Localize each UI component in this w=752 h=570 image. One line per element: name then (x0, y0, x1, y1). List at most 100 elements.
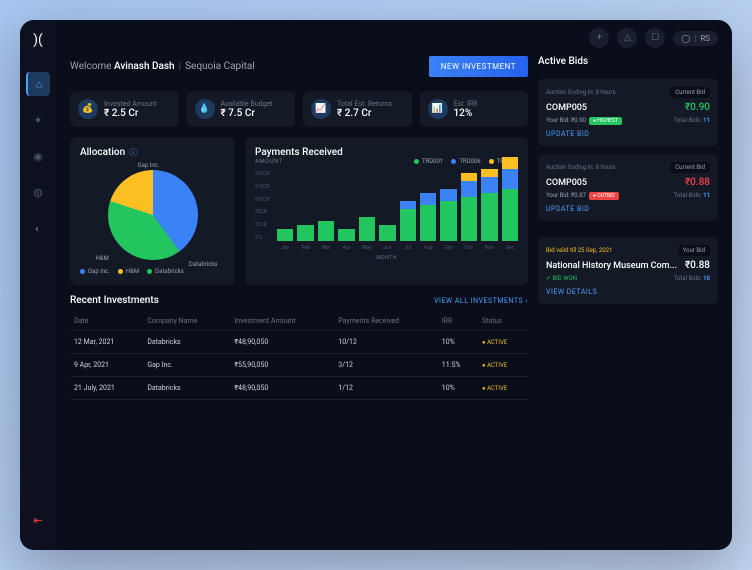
stat-value: 12% (454, 108, 478, 119)
table-row[interactable]: 12 Mar, 2021Databricks₹48,90,05010/1210%… (70, 331, 528, 354)
home-icon: ⌂ (36, 78, 43, 91)
message-icon: ☐ (651, 33, 659, 43)
pie-chart: Gap Inc. H&M Databricks (108, 170, 198, 260)
table-header-cell: Date (70, 312, 143, 331)
bar-column (297, 225, 313, 241)
nav-logout[interactable]: ⇤ (26, 508, 50, 532)
allocation-chart: Allocationⓘ Gap Inc. H&M Databricks Gap … (70, 137, 235, 285)
pie-label-hm: H&M (96, 255, 109, 262)
bid-company-name: COMP005 (546, 103, 587, 113)
bid-won-badge: ✓ BID WON (546, 275, 577, 282)
legend-item: Gap Inc. (80, 268, 110, 275)
bar-column (420, 193, 436, 241)
bar-column (400, 201, 416, 241)
bid-card: Auction Ending In: 8 hours Current Bid CO… (538, 79, 718, 146)
content: Welcome Avinash Dash|Sequoia Capital NEW… (56, 56, 732, 550)
bar-column (440, 189, 456, 241)
bar-column (461, 173, 477, 241)
nav-home[interactable]: ⌂ (26, 72, 50, 96)
bell-icon: △ (624, 33, 631, 43)
stat-label: Est. IRR (454, 100, 478, 108)
pie-label-gap: Gap Inc. (138, 162, 160, 169)
search-icon: ✦ (33, 114, 42, 127)
stat-label: Total Est. Returns (337, 100, 392, 108)
table-header: DateCompany NameInvestment AmountPayment… (70, 312, 528, 331)
bid-value: ₹0.90 (685, 102, 710, 113)
table-header-cell: Status (478, 312, 528, 331)
bar-column (338, 229, 354, 241)
total-bids: Total Bids: 11 (674, 117, 710, 124)
nav-reports[interactable]: ◍ (26, 180, 50, 204)
nav-settings[interactable]: ◐ (26, 216, 50, 240)
user-badge[interactable]: ◯|RS (673, 31, 718, 46)
bar-column (359, 217, 375, 241)
gear-icon: ◐ (35, 222, 42, 235)
messages-button[interactable]: ☐ (645, 28, 665, 48)
info-icon[interactable]: ⓘ (129, 147, 137, 158)
bid-company-name: National History Museum Com... (546, 261, 677, 271)
stat-value: ₹ 2.5 Cr (104, 108, 157, 119)
user-icon: ◯ (681, 34, 690, 43)
stat-value: ₹ 2.7 Cr (337, 108, 392, 119)
chart-icon: ◍ (33, 186, 43, 199)
topbar: + △ ☐ ◯|RS (56, 20, 732, 56)
investments-table: DateCompany NameInvestment AmountPayment… (70, 312, 528, 400)
current-bid-label: Current Bid (670, 87, 710, 98)
nav-search[interactable]: ✦ (26, 108, 50, 132)
bid-valid-text: Bid valid till 25 Sep, 2021 (546, 247, 612, 254)
amount-label: AMOUNT (255, 158, 283, 165)
bar-chart: ₹20CR₹15CR₹10CR₹5CR₹2CR₹1L (255, 171, 518, 241)
charts-row: Allocationⓘ Gap Inc. H&M Databricks Gap … (70, 137, 528, 285)
bar-column (318, 221, 334, 241)
pie-label-db: Databricks (189, 261, 218, 268)
table-header-cell: Payments Received (334, 312, 437, 331)
nav-portfolio[interactable]: ◉ (26, 144, 50, 168)
total-bids: Total Bids: 11 (674, 192, 710, 199)
bid-value: ₹0.88 (685, 177, 710, 188)
view-details-button[interactable]: VIEW DETAILS (546, 288, 710, 296)
legend-item: H&M (118, 268, 139, 275)
new-investment-button[interactable]: NEW INVESTMENT (429, 56, 528, 77)
notifications-button[interactable]: △ (617, 28, 637, 48)
table-header-cell: Company Name (143, 312, 230, 331)
active-bids-title: Active Bids (538, 56, 718, 67)
stat-icon: 📈 (311, 99, 331, 119)
view-all-link[interactable]: VIEW ALL INVESTMENTS › (434, 297, 528, 305)
add-button[interactable]: + (589, 28, 609, 48)
bid-ending: Auction Ending In: 8 hours (546, 164, 616, 171)
table-header-cell: Investment Amount (230, 312, 334, 331)
stat-label: Available Budget (221, 100, 273, 108)
stat-icon: 💰 (78, 99, 98, 119)
your-bid-label: Your Bid (678, 245, 710, 256)
main: + △ ☐ ◯|RS Welcome Avinash Dash|Sequoia … (56, 20, 732, 550)
bid-won-card: Bid valid till 25 Sep, 2021 Your Bid Nat… (538, 237, 718, 304)
month-label: MONTH (255, 255, 518, 261)
user-initials: RS (700, 34, 710, 43)
bar-column (481, 169, 497, 241)
app-window: )( ⌂ ✦ ◉ ◍ ◐ ⇤ + △ ☐ ◯|RS Welcome Avinas… (20, 20, 732, 550)
stat-card: 📊 Est. IRR12% (420, 91, 529, 127)
stat-icon: 📊 (428, 99, 448, 119)
page-header: Welcome Avinash Dash|Sequoia Capital NEW… (70, 56, 528, 77)
x-axis: JanFebMarAprMayJunJulAugSepOctNovDec (255, 245, 518, 251)
plus-icon: + (597, 33, 602, 43)
allocation-legend: Gap Inc. H&M Databricks (80, 268, 225, 275)
update-bid-button[interactable]: UPDATE BID (546, 130, 710, 138)
investments-title: Recent Investments (70, 295, 159, 306)
update-bid-button[interactable]: UPDATE BID (546, 205, 710, 213)
legend-item: TRD006 (451, 158, 480, 165)
stat-value: ₹ 7.5 Cr (221, 108, 273, 119)
bid-ending: Auction Ending In: 8 hours (546, 89, 616, 96)
table-row[interactable]: 21 July, 2021Databricks₹48,90,0501/1210%… (70, 377, 528, 400)
bid-badge: ● HIGHEST (589, 117, 622, 125)
welcome-text: Welcome Avinash Dash|Sequoia Capital (70, 61, 255, 72)
table-header-cell: IRR (438, 312, 478, 331)
stat-label: Invested Amount (104, 100, 157, 108)
bid-card: Auction Ending In: 8 hoursCurrent Bid CO… (538, 154, 718, 221)
legend-item: Databricks (147, 268, 184, 275)
table-row[interactable]: 9 Apr, 2021Gap Inc.₹55,90,0503/1211.5%AC… (70, 354, 528, 377)
left-column: Welcome Avinash Dash|Sequoia Capital NEW… (70, 56, 528, 536)
bar-column (379, 225, 395, 241)
stat-card: 📈 Total Est. Returns₹ 2.7 Cr (303, 91, 412, 127)
sidebar: )( ⌂ ✦ ◉ ◍ ◐ ⇤ (20, 20, 56, 550)
